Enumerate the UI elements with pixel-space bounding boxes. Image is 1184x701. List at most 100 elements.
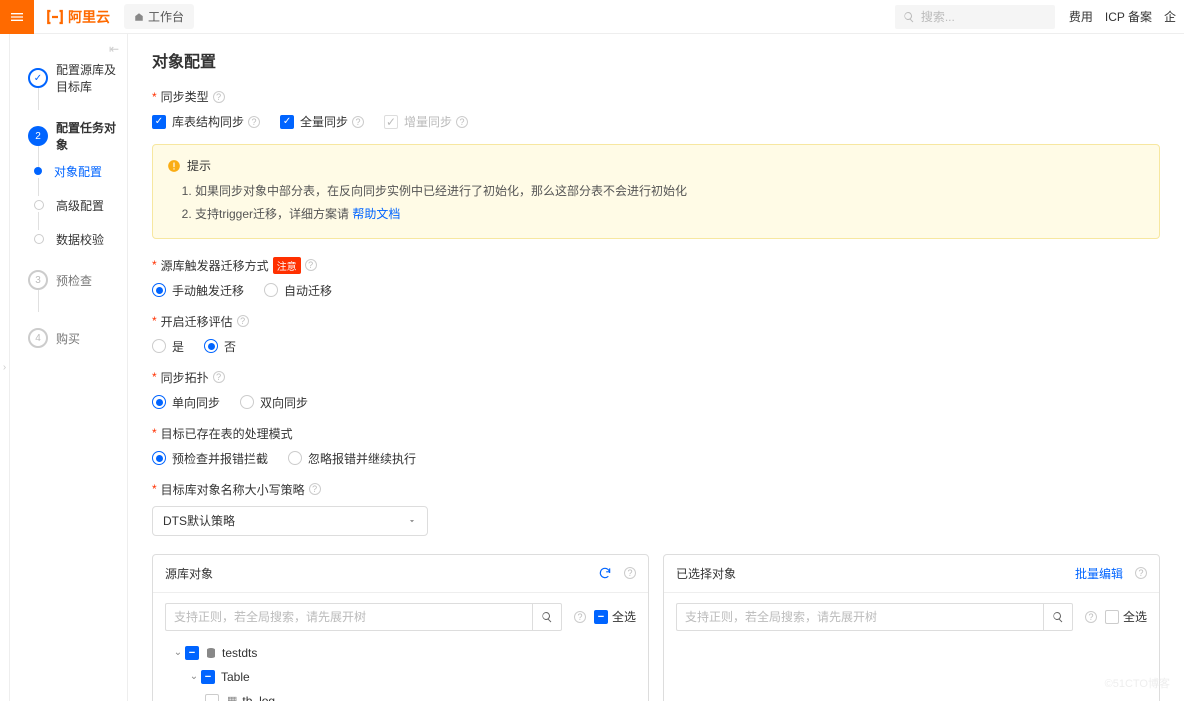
select-value: DTS默认策略 [163, 512, 235, 529]
chk-full-sync[interactable]: ✓ 全量同步 ? [280, 113, 364, 130]
brand-text: 阿里云 [68, 7, 110, 27]
panel-title: 已选择对象 [676, 565, 736, 582]
rdo-conflict-ignore[interactable]: 忽略报错并继续执行 [288, 450, 416, 467]
step-source-target[interactable]: ✓ 配置源库及目标库 [28, 60, 127, 96]
indeterminate-icon: − [201, 670, 215, 684]
step-precheck[interactable]: 3 预检查 [28, 262, 127, 298]
rdo-trigger-auto[interactable]: 自动迁移 [264, 282, 332, 299]
case-select[interactable]: DTS默认策略 [152, 506, 428, 536]
refresh-icon[interactable] [598, 566, 612, 580]
topology-label: 同步拓扑 ? [152, 369, 1160, 386]
rdo-label: 否 [224, 338, 236, 355]
search-input[interactable]: 搜索... [895, 5, 1055, 29]
step-label: 配置任务对象 [56, 119, 127, 153]
help-icon[interactable]: ? [1085, 611, 1097, 623]
batch-edit-link[interactable]: 批量编辑 [1075, 565, 1123, 582]
checkbox-on-icon: ✓ [152, 115, 166, 129]
help-icon[interactable]: ? [1135, 567, 1147, 579]
substep-object-config[interactable]: 对象配置 [28, 154, 127, 188]
rdo-conflict-precheck[interactable]: 预检查并报错拦截 [152, 450, 268, 467]
help-icon[interactable]: ? [248, 116, 260, 128]
tree-db[interactable]: ⌄ − testdts [165, 641, 636, 665]
rdo-topology-one[interactable]: 单向同步 [152, 394, 220, 411]
help-icon[interactable]: ? [213, 91, 225, 103]
step-number-icon: 3 [28, 270, 48, 290]
help-icon[interactable]: ? [574, 611, 586, 623]
indeterminate-icon: − [185, 646, 199, 660]
substep-advanced-config[interactable]: 高级配置 [28, 188, 127, 222]
source-select-all[interactable]: − 全选 [594, 608, 636, 625]
step-label: 配置源库及目标库 [56, 61, 127, 95]
rdo-trigger-manual[interactable]: 手动触发迁移 [152, 282, 244, 299]
step-number-icon: 4 [28, 328, 48, 348]
radio-on-icon [152, 395, 166, 409]
brand-logo[interactable]: 阿里云 [46, 7, 110, 27]
database-icon [205, 647, 217, 659]
tree-label: tb_log [242, 694, 275, 701]
workbench-button[interactable]: 工作台 [124, 4, 194, 29]
top-link-enterprise[interactable]: 企 [1164, 8, 1176, 25]
radio-on-icon [152, 451, 166, 465]
top-link-fee[interactable]: 费用 [1069, 8, 1093, 25]
tree-table-tb-log[interactable]: ▦ tb_log [165, 689, 636, 701]
checkbox-on-icon: ✓ [280, 115, 294, 129]
label-text: 目标库对象名称大小写策略 [161, 481, 305, 498]
case-label: 目标库对象名称大小写策略 ? [152, 481, 1160, 498]
help-icon[interactable]: ? [309, 483, 321, 495]
radio-off-icon [240, 395, 254, 409]
collapse-icon[interactable]: ⌄ [187, 671, 201, 682]
rdo-topology-bi[interactable]: 双向同步 [240, 394, 308, 411]
note-badge: 注意 [273, 257, 301, 274]
help-doc-link[interactable]: 帮助文档 [352, 207, 400, 221]
substep-data-check[interactable]: 数据校验 [28, 222, 127, 256]
rdo-label: 手动触发迁移 [172, 282, 244, 299]
sync-type-label: 同步类型 ? [152, 88, 1160, 105]
conflict-label: 目标已存在表的处理模式 [152, 425, 1160, 442]
help-icon[interactable]: ? [624, 567, 636, 579]
label-text: 同步拓扑 [161, 369, 209, 386]
help-icon[interactable]: ? [237, 315, 249, 327]
top-link-icp[interactable]: ICP 备案 [1105, 8, 1152, 25]
collapse-icon[interactable]: ⌄ [171, 647, 185, 658]
rdo-assess-no[interactable]: 否 [204, 338, 236, 355]
checkbox-off-icon [1105, 610, 1119, 624]
step-task-object[interactable]: 2 配置任务对象 [28, 118, 127, 154]
help-icon[interactable]: ? [352, 116, 364, 128]
help-icon[interactable]: ? [456, 116, 468, 128]
search-button[interactable] [532, 603, 562, 631]
step-label: 购买 [56, 330, 80, 347]
collapse-handle[interactable]: › [0, 34, 10, 701]
tree-label: testdts [222, 646, 257, 660]
target-select-all[interactable]: 全选 [1105, 608, 1147, 625]
checkbox-off-icon [205, 694, 219, 701]
rdo-label: 自动迁移 [284, 282, 332, 299]
radio-off-icon [264, 283, 278, 297]
search-button[interactable] [1043, 603, 1073, 631]
table-icon: ▦ [227, 694, 237, 701]
rdo-label: 双向同步 [260, 394, 308, 411]
top-links: 费用 ICP 备案 企 [1069, 8, 1184, 25]
help-icon[interactable]: ? [305, 259, 317, 271]
chk-schema-sync[interactable]: ✓ 库表结构同步 ? [152, 113, 260, 130]
rdo-label: 是 [172, 338, 184, 355]
chk-incremental-sync[interactable]: ✓ 增量同步 ? [384, 113, 468, 130]
tree-table-group[interactable]: ⌄ − Table [165, 665, 636, 689]
rdo-assess-yes[interactable]: 是 [152, 338, 184, 355]
substep-label: 高级配置 [56, 197, 104, 214]
sidebar-collapse-icon[interactable]: ⇤ [10, 38, 127, 60]
checkbox-off-icon: ✓ [384, 115, 398, 129]
hamburger-menu[interactable] [0, 0, 34, 34]
label-text: 同步类型 [161, 88, 209, 105]
tree-label: Table [221, 670, 250, 684]
label-text: 目标已存在表的处理模式 [161, 425, 293, 442]
step-number-icon: 2 [28, 126, 48, 146]
source-search-input[interactable] [165, 603, 532, 631]
warning-icon [167, 159, 181, 173]
substep-label: 数据校验 [56, 231, 104, 248]
step-purchase[interactable]: 4 购买 [28, 320, 127, 356]
selectall-text: 全选 [612, 608, 636, 625]
chk-label: 库表结构同步 [172, 113, 244, 130]
source-panel: 源库对象 ? ? − 全选 ⌄ [152, 554, 649, 701]
target-search-input[interactable] [676, 603, 1043, 631]
help-icon[interactable]: ? [213, 371, 225, 383]
